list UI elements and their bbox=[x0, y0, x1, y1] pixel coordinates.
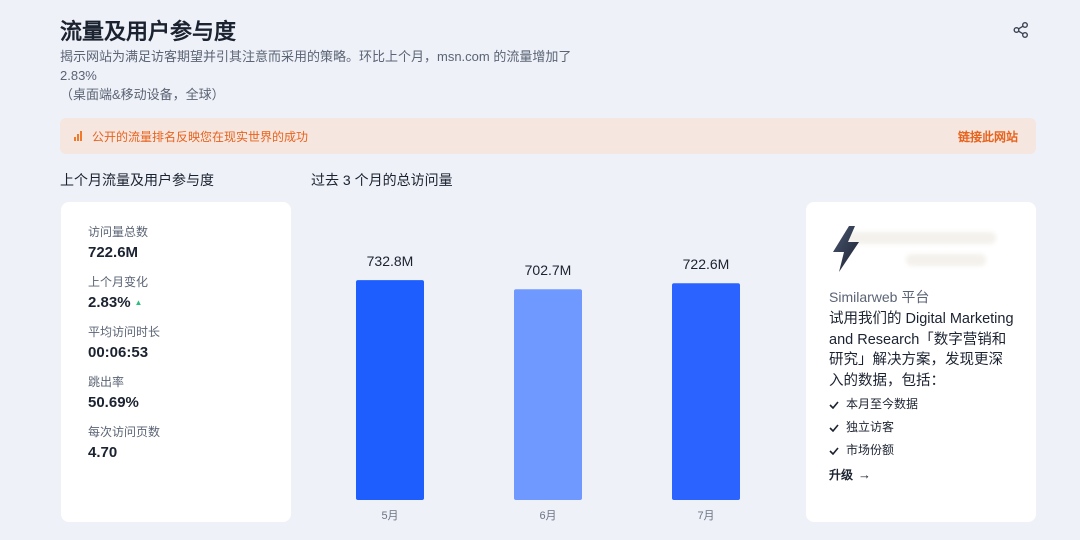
feature-item: 本月至今数据 bbox=[829, 397, 1016, 412]
bar-7月[interactable] bbox=[672, 283, 740, 500]
promo-description: 试用我们的 Digital Marketing and Research「数字营… bbox=[829, 311, 1014, 389]
stat-value: 4.70 bbox=[88, 444, 118, 461]
feature-list: 本月至今数据 独立访客 市场份额 bbox=[829, 397, 1016, 458]
x-tick-label: 6月 bbox=[539, 510, 556, 522]
stat-value: 00:06:53 bbox=[88, 344, 149, 361]
watermark-text: 爱竞 bbox=[984, 483, 1029, 508]
stat-value: 2.83% ▲ bbox=[88, 294, 143, 311]
page-title: 流量及用户参与度 bbox=[60, 19, 237, 44]
page-description: 揭示网站为满足访客期望并引其注意而采用的策略。环比上个月，msn.com 的流量… bbox=[60, 47, 580, 104]
bar-value-label: 702.7M bbox=[525, 262, 572, 278]
stat-bounce-rate: 跳出率 50.69% bbox=[88, 374, 291, 413]
stat-label: 平均访问时长 bbox=[88, 325, 161, 339]
description-text: 揭示网站为满足访客期望并引其注意而采用的策略。环比上个月，msn.com 的流量… bbox=[60, 49, 572, 83]
stats-card: 访问量总数 722.6M 上个月变化 2.83% ▲ 平均访问时长 00:06:5… bbox=[61, 202, 291, 522]
watermark: 爱竞 bbox=[944, 478, 1028, 510]
share-button[interactable] bbox=[1010, 19, 1032, 41]
check-icon bbox=[829, 423, 839, 432]
check-icon bbox=[829, 446, 839, 455]
stat-label: 上个月变化 bbox=[88, 275, 149, 289]
scope-text: （桌面端&移动设备，全球） bbox=[60, 87, 225, 102]
bar-value-label: 732.8M bbox=[367, 253, 414, 269]
bar-6月[interactable] bbox=[514, 289, 582, 500]
stat-monthly-change: 上个月变化 2.83% ▲ bbox=[88, 274, 291, 313]
trend-up-icon: ▲ bbox=[134, 298, 143, 307]
stat-total-visits: 访问量总数 722.6M bbox=[88, 224, 291, 263]
bar-value-label: 722.6M bbox=[683, 256, 730, 272]
check-icon bbox=[829, 400, 839, 409]
share-icon bbox=[1013, 22, 1028, 38]
chart-title: 过去 3 个月的总访问量 bbox=[311, 172, 453, 188]
stat-pages-per-visit: 每次访问页数 4.70 bbox=[88, 424, 291, 463]
stat-label: 访问量总数 bbox=[88, 225, 149, 239]
link-site-button[interactable]: 链接此网站 bbox=[958, 128, 1018, 145]
promo-brand: Similarweb 平台 bbox=[829, 289, 930, 305]
feature-item: 独立访客 bbox=[829, 420, 1016, 435]
wechat-icon bbox=[945, 481, 977, 506]
bar-chart-icon bbox=[74, 131, 84, 141]
arrow-right-icon: → bbox=[858, 467, 872, 482]
visits-bar-chart: 732.8M 5月 702.7M 6月 722.6M 7月 bbox=[356, 253, 740, 522]
stat-value: 722.6M bbox=[88, 244, 139, 261]
x-tick-label: 5月 bbox=[381, 510, 398, 522]
banner-text: 公开的流量排名反映您在现实世界的成功 bbox=[92, 129, 309, 144]
stat-value: 50.69% bbox=[88, 394, 139, 411]
promo-card: Similarweb 平台 试用我们的 Digital Marketing an… bbox=[806, 202, 1036, 522]
feature-item: 市场份额 bbox=[829, 443, 1016, 458]
stats-section-title: 上个月流量及用户参与度 bbox=[60, 172, 214, 188]
lightning-logo-icon bbox=[833, 226, 859, 272]
info-banner: 公开的流量排名反映您在现实世界的成功 链接此网站 bbox=[60, 118, 1036, 154]
stat-avg-duration: 平均访问时长 00:06:53 bbox=[88, 324, 291, 363]
bar-5月[interactable] bbox=[356, 280, 424, 500]
stat-label: 跳出率 bbox=[88, 375, 125, 389]
x-tick-label: 7月 bbox=[697, 510, 714, 522]
stat-label: 每次访问页数 bbox=[88, 425, 161, 439]
